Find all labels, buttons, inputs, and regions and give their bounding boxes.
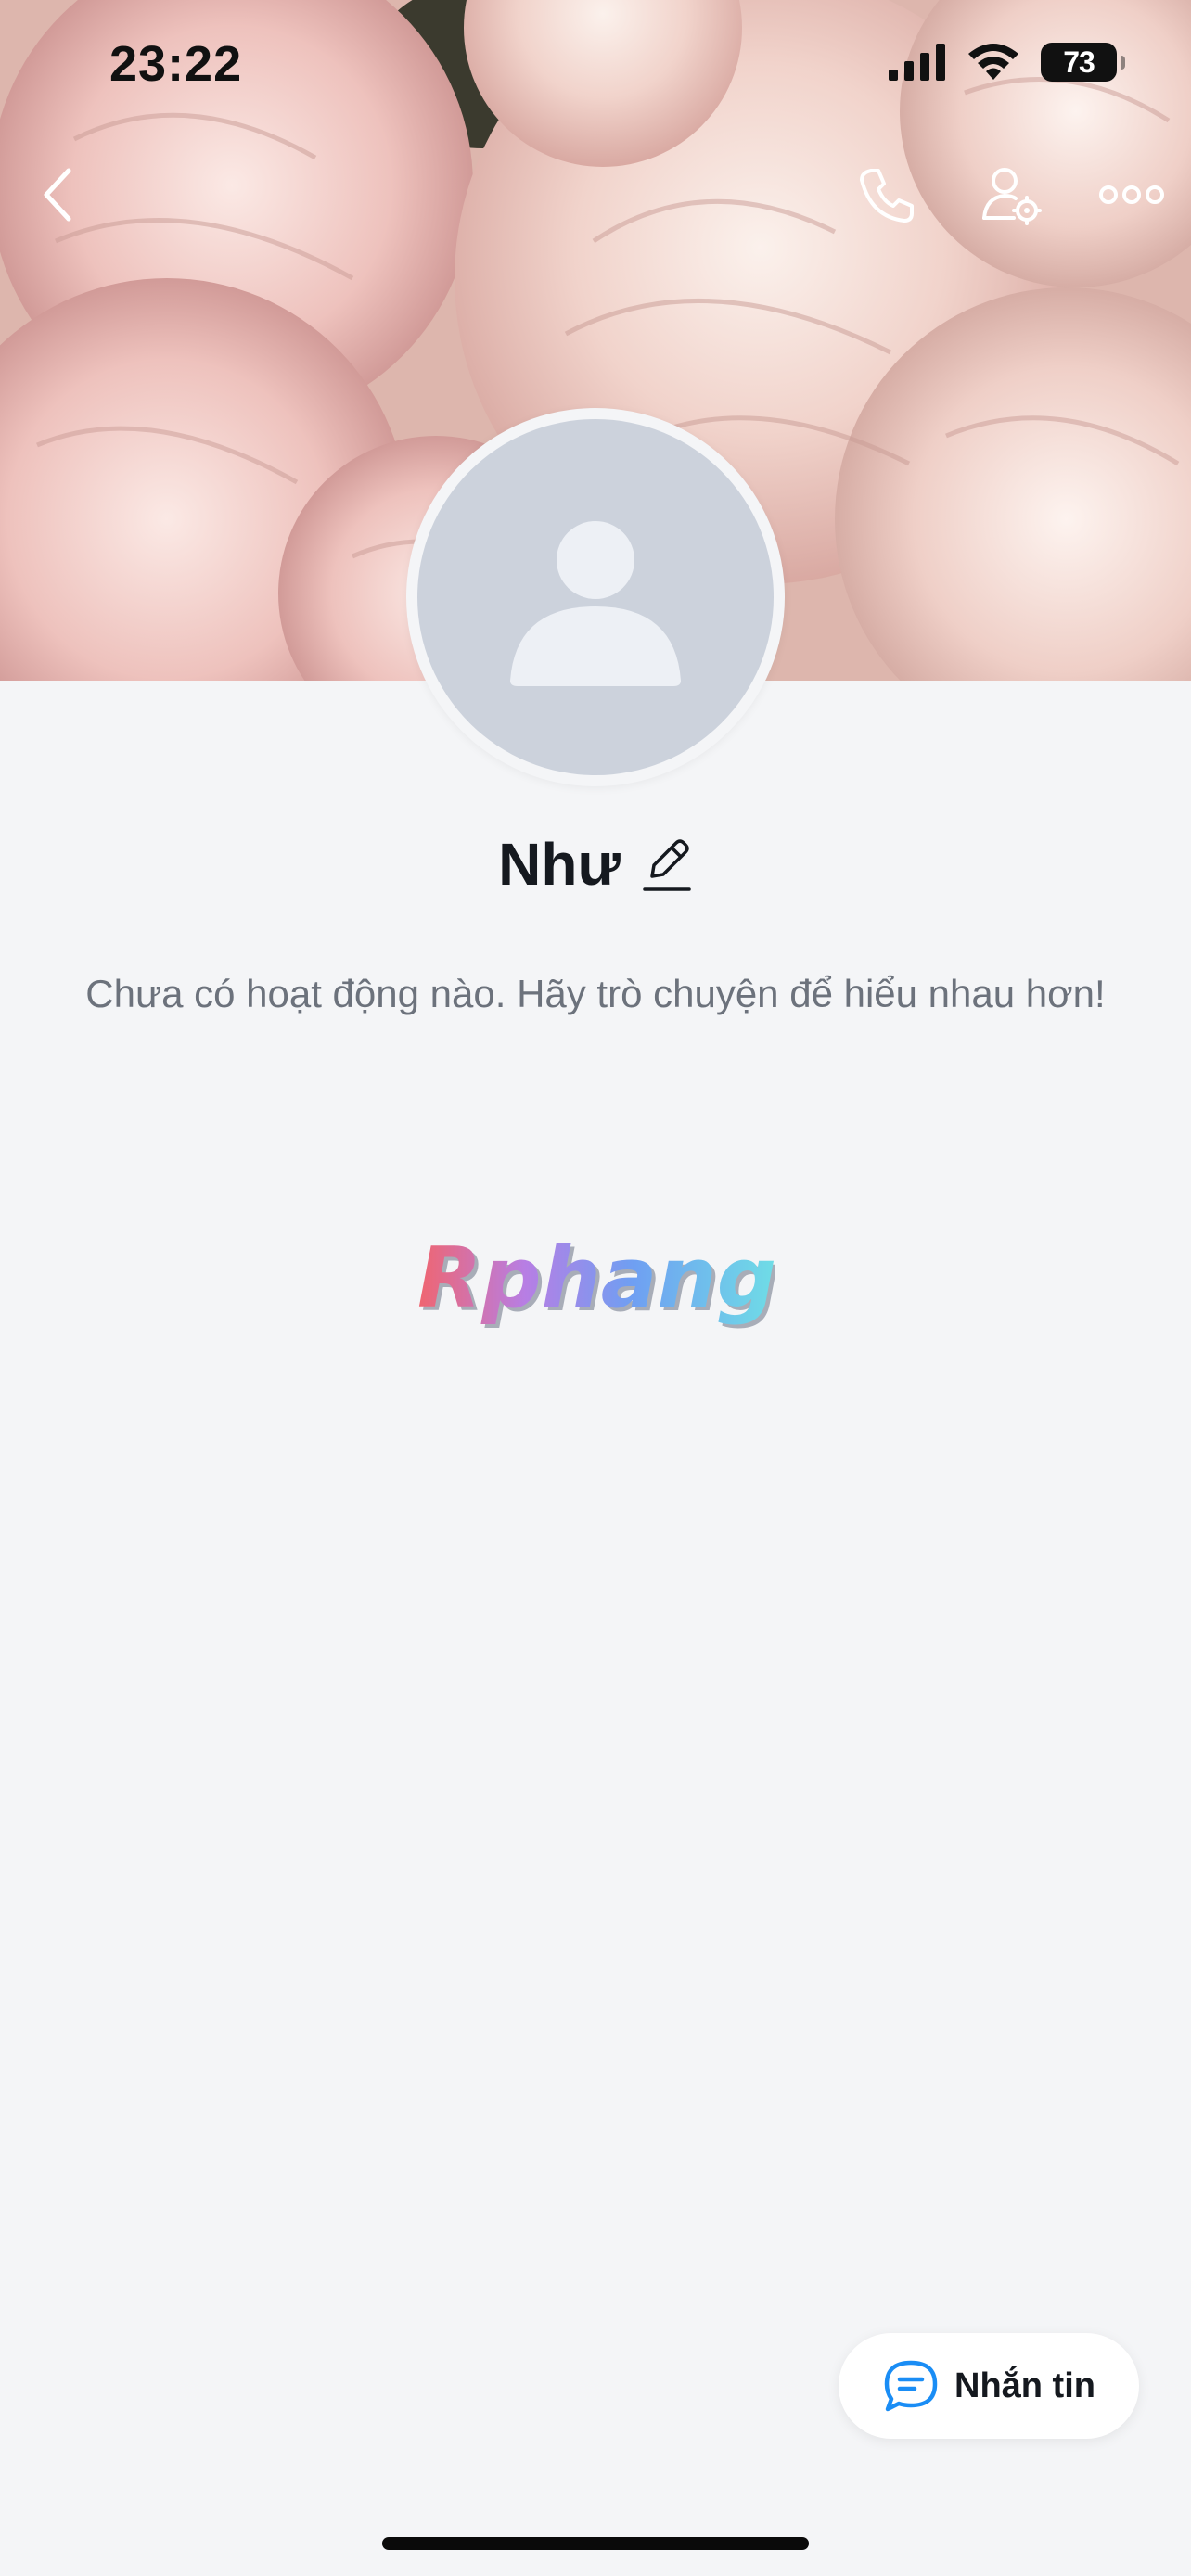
watermark-logo: Rphang Rphang	[417, 1230, 775, 1331]
chat-bubble-icon	[884, 2360, 938, 2412]
phone-icon	[860, 169, 914, 223]
more-options-button[interactable]	[1087, 153, 1176, 236]
send-message-label: Nhắn tin	[954, 2366, 1095, 2405]
chevron-left-icon	[44, 168, 71, 222]
cellular-signal-icon	[889, 44, 945, 81]
call-button[interactable]	[844, 153, 928, 236]
send-message-button[interactable]: Nhắn tin	[839, 2333, 1139, 2439]
profile-settings-button[interactable]	[969, 153, 1053, 236]
status-time: 23:22	[109, 36, 243, 92]
avatar-placeholder	[417, 419, 774, 775]
more-horizontal-icon	[1099, 185, 1164, 204]
avatar[interactable]	[406, 408, 785, 786]
profile-screen: 23:22 73 Như Chưa có hoạt động nào. Hãy …	[0, 0, 1191, 2576]
profile-name: Như	[498, 831, 621, 898]
pencil-icon[interactable]	[641, 835, 693, 893]
battery-level: 73	[1063, 45, 1095, 79]
svg-text:Rphang: Rphang	[417, 1230, 775, 1327]
activity-empty-message: Chưa có hoạt động nào. Hãy trò chuyện để…	[85, 972, 1106, 1015]
default-person-icon	[510, 521, 681, 686]
home-indicator[interactable]	[382, 2537, 809, 2550]
name-row: Như	[0, 830, 1191, 899]
back-button[interactable]	[28, 153, 87, 236]
status-icons: 73	[889, 43, 1125, 82]
wifi-icon	[968, 44, 1018, 80]
battery-icon: 73	[1041, 43, 1125, 82]
user-settings-icon	[982, 168, 1042, 225]
status-bar: 23:22 73	[0, 0, 1191, 130]
